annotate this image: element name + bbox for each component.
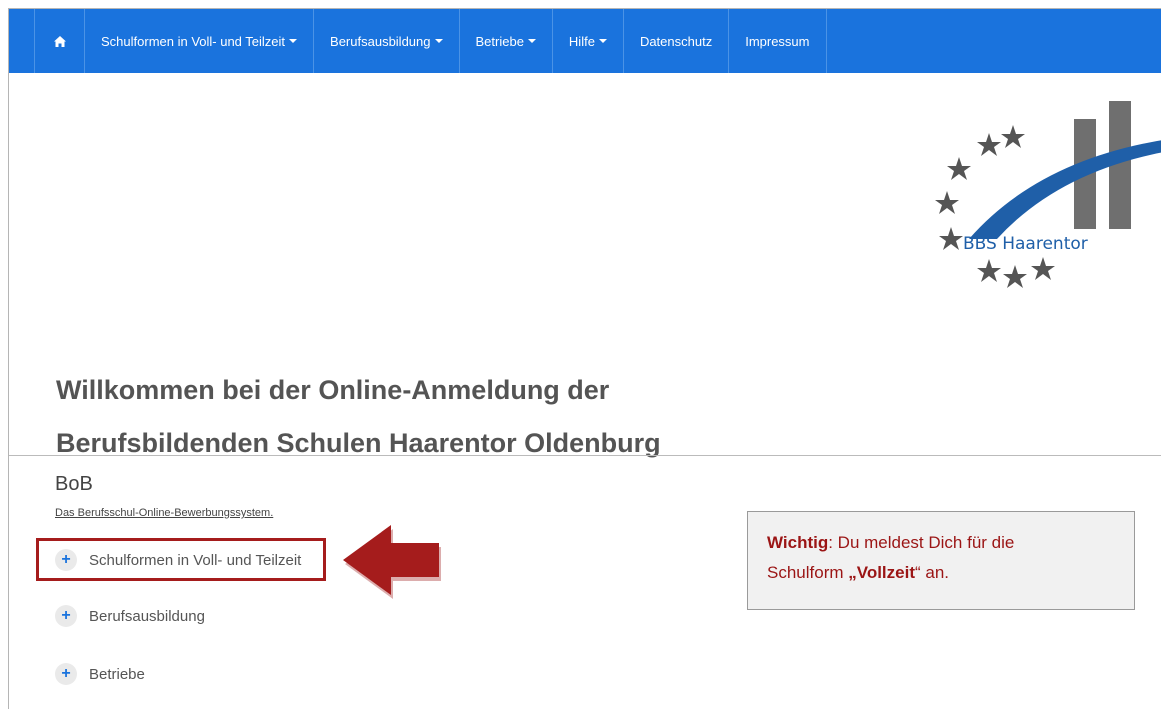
nav-home[interactable]	[34, 9, 85, 73]
welcome-line-1: Willkommen bei der Online-Anmeldung der	[56, 375, 610, 405]
accordion-berufsausbildung[interactable]: + Berufsausbildung	[55, 605, 205, 627]
arrow-left-icon	[343, 525, 441, 599]
nav-hilfe[interactable]: Hilfe	[553, 9, 624, 73]
nav-berufsausbildung-label: Berufsausbildung	[330, 33, 431, 49]
nav-betriebe[interactable]: Betriebe	[460, 9, 553, 73]
divider	[9, 455, 1161, 456]
bob-subtitle: Das Berufsschul-Online-Bewerbungssystem.	[55, 507, 274, 519]
chevron-down-icon	[434, 39, 443, 43]
chevron-down-icon	[289, 39, 298, 43]
navbar: Schulformen in Voll- und Teilzeit Berufs…	[9, 9, 1161, 73]
highlight-box	[36, 538, 326, 581]
notice-bold-wichtig: Wichtig	[767, 533, 829, 552]
accordion-betriebe[interactable]: + Betriebe	[55, 663, 145, 685]
notice-text-1: : Du meldest Dich für die	[828, 533, 1015, 552]
bob-title: BoB	[55, 473, 93, 495]
page: Schulformen in Voll- und Teilzeit Berufs…	[8, 8, 1161, 709]
chevron-down-icon	[527, 39, 536, 43]
notice-line-2: Schulform „Vollzeit“ an.	[767, 558, 1115, 588]
chevron-down-icon	[598, 39, 607, 43]
nav-betriebe-label: Betriebe	[475, 33, 524, 49]
plus-icon: +	[55, 605, 77, 627]
accordion-betriebe-label: Betriebe	[89, 665, 145, 683]
plus-icon: +	[55, 663, 77, 685]
notice-bold-vollzeit: „Vollzeit	[848, 563, 915, 582]
accordion-berufsausbildung-label: Berufsausbildung	[89, 607, 205, 625]
home-icon	[53, 35, 66, 47]
notice-line-1: Wichtig: Du meldest Dich für die	[767, 528, 1115, 558]
notice-box: Wichtig: Du meldest Dich für die Schulfo…	[747, 511, 1135, 610]
nav-hilfe-label: Hilfe	[568, 33, 595, 49]
notice-text-2: Schulform	[767, 563, 849, 582]
nav-schulformen-label: Schulformen in Voll- und Teilzeit	[101, 33, 286, 49]
nav-datenschutz-label: Datenschutz	[639, 33, 713, 49]
welcome-line-2: Berufsbildenden Schulen Haarentor Oldenb…	[56, 428, 661, 458]
nav-datenschutz[interactable]: Datenschutz	[624, 9, 730, 73]
notice-text-3: “ an.	[915, 563, 950, 582]
bbs-haarentor-logo: BBS Haarentor	[935, 101, 1161, 288]
nav-impressum[interactable]: Impressum	[729, 9, 827, 73]
nav-schulformen[interactable]: Schulformen in Voll- und Teilzeit	[85, 9, 315, 73]
nav-berufsausbildung[interactable]: Berufsausbildung	[314, 9, 460, 73]
logo-text: BBS Haarentor	[963, 234, 1088, 254]
nav-impressum-label: Impressum	[745, 33, 810, 49]
